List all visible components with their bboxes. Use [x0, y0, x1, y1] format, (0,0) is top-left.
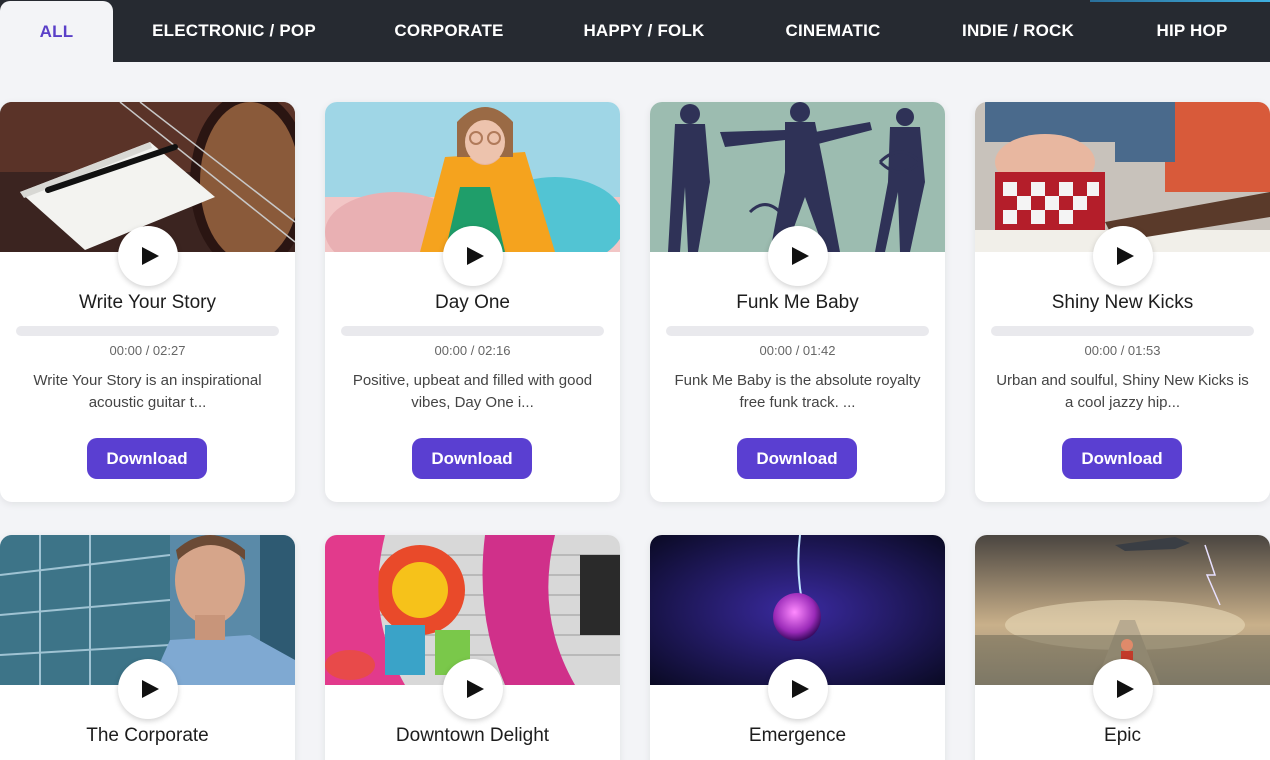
play-icon	[466, 680, 484, 698]
play-icon	[1116, 247, 1134, 265]
track-card: Day One 00:00 / 02:16 Positive, upbeat a…	[325, 102, 620, 502]
download-button[interactable]: Download	[87, 438, 207, 479]
play-icon	[466, 247, 484, 265]
track-title: Shiny New Kicks	[1051, 292, 1194, 313]
track-title: Write Your Story	[79, 292, 216, 313]
track-description: Positive, upbeat and filled with good vi…	[352, 372, 593, 411]
download-button[interactable]: Download	[1062, 438, 1182, 479]
track-card: Write Your Story 00:00 / 02:27 Write You…	[0, 102, 295, 502]
play-icon	[141, 247, 159, 265]
track-card: The Corporate	[0, 535, 295, 760]
track-progress-bar[interactable]	[341, 326, 604, 336]
track-title: Emergence	[748, 725, 847, 746]
tab-happy-folk[interactable]: HAPPY / FOLK	[564, 0, 724, 62]
track-progress-bar[interactable]	[16, 326, 279, 336]
play-button[interactable]	[1093, 226, 1153, 286]
track-description: Urban and soulful, Shiny New Kicks is a …	[996, 372, 1249, 411]
track-time: 00:00 / 01:42	[759, 343, 836, 358]
play-button[interactable]	[443, 226, 503, 286]
download-button[interactable]: Download	[412, 438, 532, 479]
track-description: Write Your Story is an inspirational aco…	[33, 372, 262, 411]
play-button[interactable]	[118, 659, 178, 719]
tab-cinematic[interactable]: CINEMATIC	[764, 0, 902, 62]
category-nav: ALL ELECTRONIC / POP CORPORATE HAPPY / F…	[0, 0, 1270, 62]
track-card: Emergence	[650, 535, 945, 760]
track-card: Epic	[975, 535, 1270, 760]
tab-electronic-pop[interactable]: ELECTRONIC / POP	[134, 0, 334, 62]
track-time: 00:00 / 01:53	[1084, 343, 1161, 358]
track-card: Shiny New Kicks 00:00 / 01:53 Urban and …	[975, 102, 1270, 502]
tab-hip-hop[interactable]: HIP HOP	[1134, 0, 1250, 62]
play-button[interactable]	[443, 659, 503, 719]
track-progress-bar[interactable]	[991, 326, 1254, 336]
track-time: 00:00 / 02:16	[434, 343, 511, 358]
play-icon	[791, 680, 809, 698]
track-time: 00:00 / 02:27	[109, 343, 186, 358]
tab-all[interactable]: ALL	[0, 1, 113, 62]
play-button[interactable]	[118, 226, 178, 286]
tab-indie-rock[interactable]: INDIE / ROCK	[942, 0, 1094, 62]
play-icon	[141, 680, 159, 698]
track-title: Downtown Delight	[395, 725, 550, 746]
play-icon	[791, 247, 809, 265]
track-title: The Corporate	[86, 725, 209, 746]
track-title: Funk Me Baby	[736, 292, 859, 313]
download-button[interactable]: Download	[737, 438, 857, 479]
play-button[interactable]	[768, 659, 828, 719]
track-progress-bar[interactable]	[666, 326, 929, 336]
tab-corporate[interactable]: CORPORATE	[374, 0, 524, 62]
play-button[interactable]	[1093, 659, 1153, 719]
play-button[interactable]	[768, 226, 828, 286]
track-card: Funk Me Baby 00:00 / 01:42 Funk Me Baby …	[650, 102, 945, 502]
track-title: Epic	[1104, 725, 1141, 746]
track-title: Day One	[435, 292, 510, 313]
track-card: Downtown Delight	[325, 535, 620, 760]
track-description: Funk Me Baby is the absolute royalty fre…	[674, 372, 921, 411]
play-icon	[1116, 680, 1134, 698]
